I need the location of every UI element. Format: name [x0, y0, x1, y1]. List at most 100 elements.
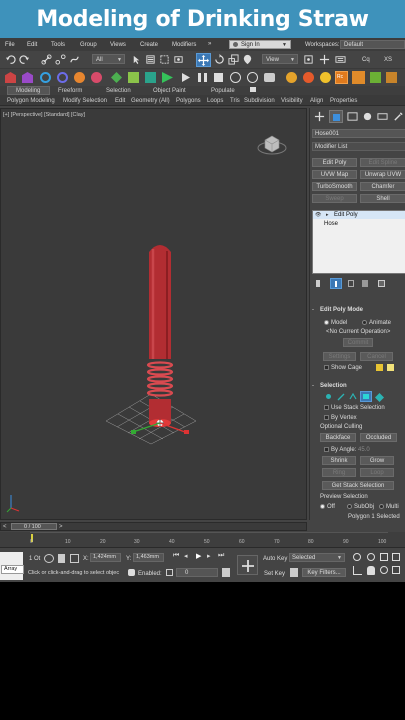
align-icon[interactable]: [22, 72, 33, 83]
cage-color-swatch[interactable]: [376, 364, 383, 371]
plugin-fe-icon[interactable]: [352, 71, 365, 84]
perspective-viewport[interactable]: [+] [Perspective] [Standard] [Clay]: [0, 108, 307, 520]
preview-subobj-radio[interactable]: SubObj: [347, 504, 374, 510]
menu-group[interactable]: Group: [80, 42, 97, 48]
key-filters-button[interactable]: Key Filters...: [302, 568, 346, 577]
key-mode-button[interactable]: [237, 555, 258, 575]
select-by-name-icon[interactable]: [145, 54, 156, 65]
plugin-green-icon[interactable]: [370, 72, 381, 83]
timeline-prev-arrow-icon[interactable]: <: [3, 524, 7, 530]
rendered-frame-icon[interactable]: [145, 72, 156, 83]
create-tab-icon[interactable]: [314, 111, 325, 122]
track-bar[interactable]: 0 10 20 30 40 50 60 70 80 90 100: [0, 532, 405, 548]
sign-in-dropdown[interactable]: Sign In ▼: [229, 40, 291, 49]
window-crossing-icon[interactable]: [173, 54, 184, 65]
go-to-start-icon[interactable]: ⏮: [173, 552, 179, 560]
model-radio[interactable]: Model: [324, 320, 347, 326]
time-slider[interactable]: < 0 / 100 >: [0, 522, 307, 531]
script-mini-listener[interactable]: Array: [1, 565, 24, 574]
previous-frame-icon[interactable]: ◂: [184, 552, 188, 560]
utilities-tab-icon[interactable]: [393, 111, 404, 122]
loop-button[interactable]: Loop: [360, 468, 394, 477]
border-icon[interactable]: [349, 393, 357, 401]
lock-selection-icon[interactable]: [58, 554, 65, 563]
uvw-map-button[interactable]: UVW Map: [312, 170, 357, 179]
absolute-mode-icon[interactable]: [70, 554, 79, 563]
timeline-next-arrow-icon[interactable]: >: [59, 524, 63, 530]
stack-item-edit-poly[interactable]: 👁 ▸ Edit Poly: [313, 211, 405, 219]
bind-spacewarp-icon[interactable]: [69, 54, 80, 65]
isolate-icon[interactable]: [44, 554, 54, 563]
subtab-tris[interactable]: Tris: [230, 98, 240, 104]
adaptive-degradation-icon[interactable]: [128, 569, 135, 576]
animate-radio[interactable]: Animate: [362, 320, 391, 326]
play-icon[interactable]: [182, 73, 190, 82]
scene-geometry[interactable]: [91, 239, 211, 454]
place-icon[interactable]: [242, 54, 253, 65]
tab-object-paint[interactable]: Object Paint: [153, 88, 186, 94]
get-stack-selection-button[interactable]: Get Stack Selection: [322, 481, 394, 490]
polygon-icon[interactable]: [360, 391, 372, 402]
menu-create[interactable]: Create: [140, 42, 158, 48]
angle-value[interactable]: 45.0: [358, 447, 370, 453]
viewport-label[interactable]: [+] [Perspective] [Standard] [Clay]: [3, 112, 85, 119]
snaps-label[interactable]: Cq: [362, 57, 370, 63]
current-frame-field[interactable]: 0: [176, 568, 218, 577]
subtab-polygons[interactable]: Polygons: [176, 98, 201, 104]
edit-spline-button[interactable]: Edit Spline: [360, 158, 405, 167]
fire-effect-icon[interactable]: [286, 72, 297, 83]
cancel-button[interactable]: Cancel: [360, 352, 393, 361]
material-editor-icon[interactable]: [111, 72, 122, 83]
x-coordinate-field[interactable]: 1,424mm: [90, 553, 121, 562]
scene-explorer-icon[interactable]: [57, 72, 68, 83]
tab-freeform[interactable]: Freeform: [58, 88, 82, 94]
stop-icon[interactable]: [214, 73, 223, 82]
workspaces-dropdown[interactable]: Default: [340, 40, 405, 49]
pan-icon[interactable]: [367, 566, 375, 575]
show-end-result-button[interactable]: [330, 278, 342, 289]
preview-multi-radio[interactable]: Multi: [379, 504, 399, 510]
vertex-icon[interactable]: [326, 394, 331, 399]
subtab-visibility[interactable]: Visibility: [281, 98, 303, 104]
grid-icon[interactable]: [166, 569, 173, 576]
reference-coord-dropdown[interactable]: View ▼: [262, 54, 298, 64]
plugin-orange-icon[interactable]: [386, 72, 397, 83]
undo-icon[interactable]: [5, 54, 16, 65]
redo-icon[interactable]: [19, 54, 30, 65]
edit-poly-button[interactable]: Edit Poly: [312, 158, 357, 167]
settings-button[interactable]: Settings: [323, 352, 356, 361]
cage-selected-color-swatch[interactable]: [387, 364, 394, 371]
time-slider-thumb[interactable]: 0 / 100: [11, 523, 57, 530]
pause-icon[interactable]: [198, 73, 207, 82]
viewcube-icon[interactable]: [257, 131, 287, 157]
menu-views[interactable]: Views: [110, 42, 126, 48]
zoom-all-icon[interactable]: [367, 553, 375, 561]
layer-manager-icon[interactable]: [40, 72, 51, 83]
zoom-extents-icon[interactable]: [380, 553, 388, 561]
by-angle-checkbox[interactable]: By Angle:: [324, 447, 356, 453]
selected-dropdown[interactable]: Selected ▼: [289, 553, 345, 562]
make-unique-icon[interactable]: [348, 280, 354, 287]
tab-modeling[interactable]: Modeling: [7, 86, 50, 95]
record-icon[interactable]: [247, 72, 258, 83]
tab-selection[interactable]: Selection: [106, 88, 131, 94]
zoom-icon[interactable]: [353, 553, 361, 561]
auto-key-label[interactable]: Auto Key: [263, 556, 287, 562]
menu-modifiers[interactable]: Modifiers: [172, 42, 196, 48]
rect-select-region-icon[interactable]: [159, 54, 170, 65]
schematic-view-icon[interactable]: [91, 72, 102, 83]
tab-populate[interactable]: Populate: [211, 88, 235, 94]
stack-item-hose[interactable]: Hose: [313, 220, 405, 228]
remove-modifier-icon[interactable]: [362, 280, 368, 287]
modify-tab[interactable]: [329, 110, 343, 123]
time-configuration-icon[interactable]: [222, 568, 230, 577]
play-animation-icon[interactable]: ▶: [196, 552, 201, 560]
ribbon-toggle-icon[interactable]: [250, 87, 256, 92]
rotate-icon[interactable]: [214, 54, 225, 65]
sweep-button[interactable]: Sweep: [312, 194, 357, 203]
orbit-icon[interactable]: [380, 566, 388, 574]
subtab-geometry[interactable]: Geometry (All): [131, 98, 170, 104]
turbosmooth-button[interactable]: TurboSmooth: [312, 182, 357, 191]
scale-icon[interactable]: [228, 54, 239, 65]
go-to-end-icon[interactable]: ⏭: [218, 552, 224, 560]
